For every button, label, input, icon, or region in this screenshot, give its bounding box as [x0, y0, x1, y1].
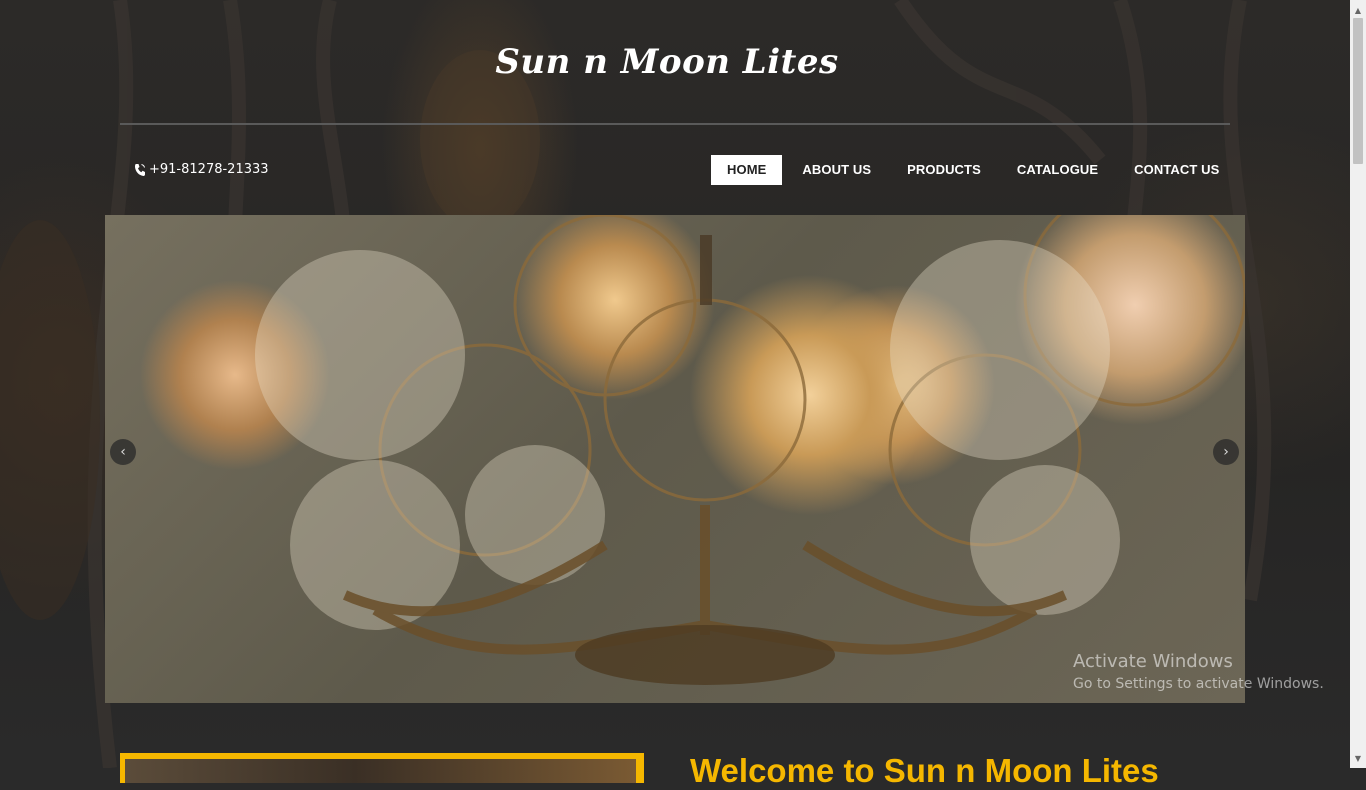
vertical-scrollbar[interactable]: ▲ ▼	[1350, 0, 1366, 768]
scroll-down-arrow-icon[interactable]: ▼	[1350, 750, 1366, 766]
header-phone: +91-81278-21333	[134, 162, 269, 177]
nav-contact-us[interactable]: CONTACT US	[1118, 155, 1235, 185]
site-header: Sun n Moon Lites +91-81278-21333 HOME AB…	[0, 0, 1350, 215]
welcome-image-photo	[125, 759, 636, 783]
activate-windows-watermark: Activate Windows Go to Settings to activ…	[1073, 651, 1324, 692]
scrollbar-thumb[interactable]	[1353, 18, 1363, 164]
main-nav: HOME ABOUT US PRODUCTS CATALOGUE CONTACT…	[711, 155, 1239, 185]
slider-next-button[interactable]: ›	[1213, 439, 1239, 465]
scroll-up-arrow-icon[interactable]: ▲	[1350, 2, 1366, 18]
watermark-title: Activate Windows	[1073, 651, 1233, 672]
welcome-image	[120, 753, 644, 783]
chevron-right-icon: ›	[1223, 444, 1229, 460]
site-logo[interactable]: Sun n Moon Lites	[0, 42, 1334, 82]
header-divider	[120, 123, 1230, 125]
phone-icon	[134, 163, 146, 177]
nav-catalogue[interactable]: CATALOGUE	[1001, 155, 1114, 185]
watermark-subtitle: Go to Settings to activate Windows.	[1073, 676, 1324, 692]
nav-about-us[interactable]: ABOUT US	[786, 155, 887, 185]
chevron-left-icon: ‹	[120, 444, 126, 460]
slide-image	[255, 215, 1245, 685]
phone-number[interactable]: +91-81278-21333	[149, 162, 269, 177]
welcome-heading: Welcome to Sun n Moon Lites	[690, 752, 1159, 789]
nav-products[interactable]: PRODUCTS	[891, 155, 997, 185]
nav-home[interactable]: HOME	[711, 155, 783, 185]
hero-slider[interactable]	[105, 215, 1245, 703]
slider-prev-button[interactable]: ‹	[110, 439, 136, 465]
